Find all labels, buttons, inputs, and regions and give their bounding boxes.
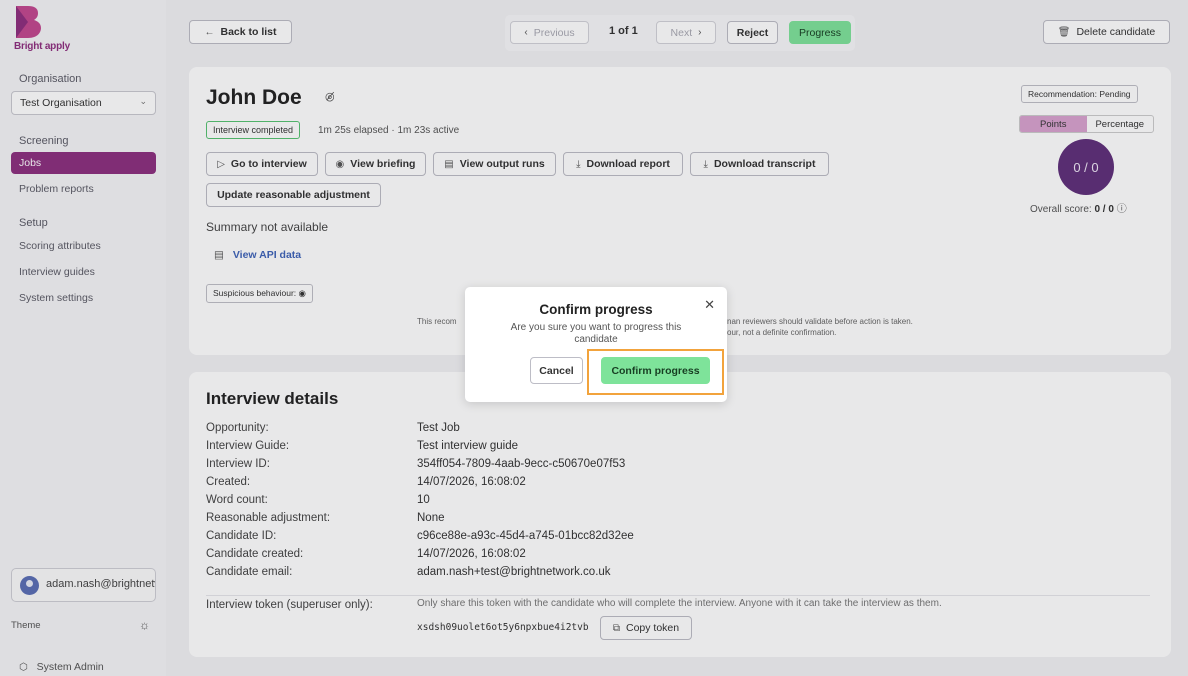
dialog-title: Confirm progress xyxy=(539,302,653,317)
cancel-button[interactable]: Cancel xyxy=(530,357,583,384)
close-icon[interactable]: ✕ xyxy=(704,297,715,313)
focus-highlight xyxy=(587,349,724,395)
dialog-message: Are you sure you want to progress this c… xyxy=(510,322,682,345)
